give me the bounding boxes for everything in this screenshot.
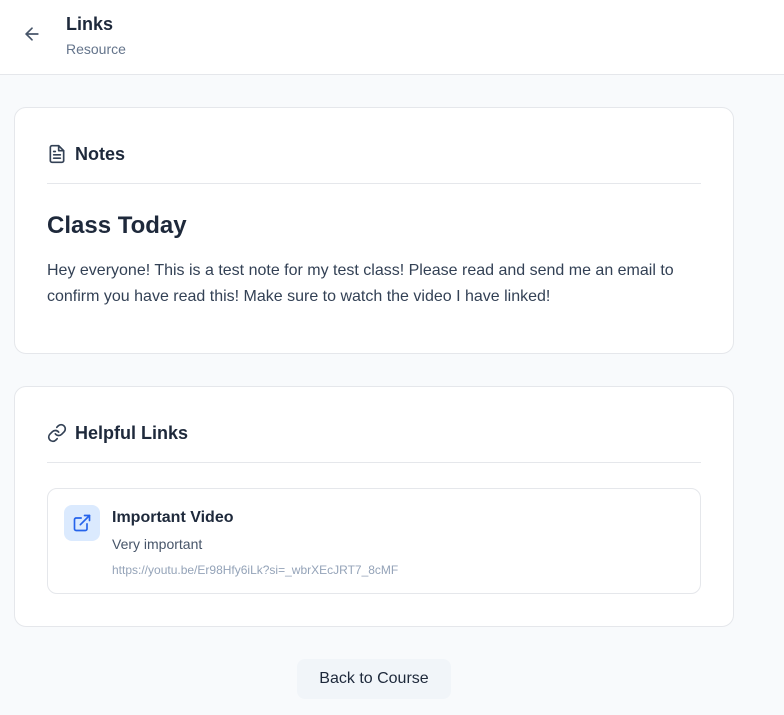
- note-title: Class Today: [47, 212, 187, 239]
- back-to-course-button[interactable]: Back to Course: [297, 659, 451, 699]
- back-arrow-icon[interactable]: [20, 22, 44, 46]
- link-icon: [47, 423, 67, 443]
- notes-card: Notes Class Today Hey everyone! This is …: [14, 107, 734, 354]
- helpful-links-card: Helpful Links Important Video Very impor…: [14, 386, 734, 627]
- notes-heading: Notes: [75, 144, 126, 164]
- links-heading: Helpful Links: [75, 423, 189, 443]
- external-link-icon: [64, 505, 100, 541]
- link-title: Important Video: [112, 509, 234, 526]
- links-card-header: Helpful Links: [47, 423, 701, 463]
- link-url[interactable]: https://youtu.be/Er98Hfy6iLk?si=_wbrXEcJ…: [112, 563, 398, 577]
- link-description: Very important: [112, 536, 203, 552]
- page-header: Links Resource: [0, 0, 784, 75]
- link-item[interactable]: Important Video Very important https://y…: [47, 488, 701, 594]
- notes-card-header: Notes: [47, 144, 701, 184]
- page-subtitle: Resource: [66, 41, 126, 57]
- note-body: Hey everyone! This is a test note for my…: [47, 262, 674, 305]
- page-title: Links: [66, 14, 114, 34]
- document-icon: [47, 144, 67, 164]
